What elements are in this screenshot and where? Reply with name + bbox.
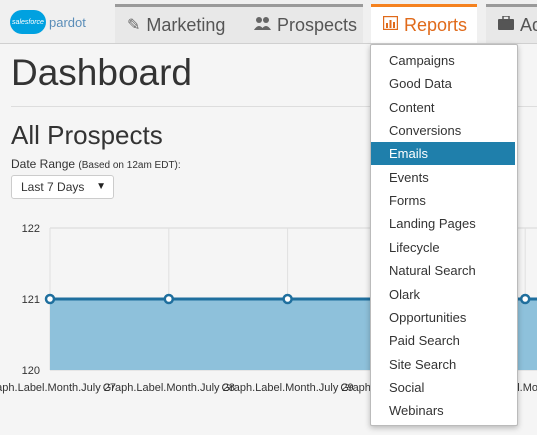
- tab-admin-label: Ad: [520, 14, 537, 35]
- menu-item-events[interactable]: Events: [371, 166, 515, 189]
- pardot-logo[interactable]: salesforce pardot: [10, 8, 86, 36]
- menu-item-site-search[interactable]: Site Search: [371, 353, 515, 376]
- briefcase-icon: [498, 14, 514, 35]
- date-range-label: Date Range (Based on 12am EDT):: [11, 157, 181, 171]
- menu-item-olark[interactable]: Olark: [371, 283, 515, 306]
- menu-item-webinars[interactable]: Webinars: [371, 399, 515, 422]
- section-title: All Prospects: [11, 120, 163, 150]
- menu-item-opportunities[interactable]: Opportunities: [371, 306, 515, 329]
- menu-item-campaigns[interactable]: Campaigns: [371, 49, 515, 72]
- y-tick-label: 122: [22, 223, 40, 235]
- date-range-select[interactable]: Last 7 Days ▼: [11, 175, 114, 199]
- date-range-value: Last 7 Days: [21, 180, 85, 194]
- tab-prospects[interactable]: Prospects: [242, 4, 363, 43]
- top-nav: salesforce pardot ✎ Marketing Prospects …: [0, 0, 537, 44]
- data-point: [519, 293, 531, 305]
- users-icon: [254, 16, 271, 35]
- caret-down-icon: ▼: [96, 181, 106, 192]
- salesforce-cloud-icon: salesforce: [10, 10, 46, 34]
- date-range-note: (Based on 12am EDT):: [78, 160, 181, 171]
- menu-item-lifecycle[interactable]: Lifecycle: [371, 236, 515, 259]
- bar-chart-icon: [382, 15, 399, 35]
- menu-item-landing-pages[interactable]: Landing Pages: [371, 212, 515, 235]
- y-tick-label: 120: [22, 365, 40, 377]
- x-tick-label: Graph.Label.Month.July 29: [222, 382, 354, 394]
- menu-item-good-data[interactable]: Good Data: [371, 72, 515, 95]
- data-point: [163, 293, 175, 305]
- menu-item-natural-search[interactable]: Natural Search: [371, 259, 515, 282]
- menu-item-forms[interactable]: Forms: [371, 189, 515, 212]
- x-tick-label: Graph.Label.Month.July 27: [0, 382, 116, 394]
- tab-reports[interactable]: Reports: [371, 4, 477, 43]
- data-point: [282, 293, 293, 305]
- date-range-label-text: Date Range: [11, 157, 76, 171]
- x-tick-label: Graph.Label.Month.July 28: [103, 382, 235, 394]
- menu-item-content[interactable]: Content: [371, 96, 515, 119]
- menu-item-emails[interactable]: Emails: [371, 142, 515, 166]
- menu-item-conversions[interactable]: Conversions: [371, 119, 515, 142]
- tab-admin[interactable]: Ad: [486, 4, 537, 43]
- tab-prospects-label: Prospects: [277, 14, 358, 35]
- menu-item-social[interactable]: Social: [371, 376, 515, 399]
- data-point: [44, 293, 56, 305]
- pardot-wordmark: pardot: [49, 14, 86, 30]
- menu-item-paid-search[interactable]: Paid Search: [371, 329, 515, 352]
- tab-reports-label: Reports: [404, 14, 468, 35]
- page-title: Dashboard: [11, 52, 193, 93]
- tab-marketing-label: Marketing: [146, 14, 226, 35]
- magic-wand-icon: ✎: [127, 17, 141, 34]
- reports-dropdown-menu: Campaigns Good Data Content Conversions Emai…: [370, 44, 518, 426]
- y-tick-label: 121: [22, 294, 40, 306]
